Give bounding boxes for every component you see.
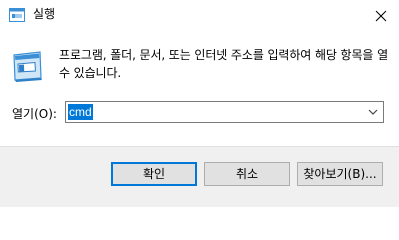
chevron-down-icon[interactable] <box>367 107 379 117</box>
button-bar: 확인 취소 찾아보기(B)... <box>0 146 399 207</box>
open-label: 열기(O): <box>12 107 57 121</box>
run-program-icon <box>13 51 42 82</box>
run-dialog-icon <box>9 8 25 22</box>
ok-button[interactable]: 확인 <box>111 162 197 186</box>
title-bar: 실행 <box>0 0 399 30</box>
dialog-description: 프로그램, 폴더, 문서, 또는 인터넷 주소를 입력하여 해당 항목을 열 수… <box>59 48 389 80</box>
command-combobox[interactable]: cmd <box>65 101 384 123</box>
close-icon[interactable] <box>371 6 391 26</box>
run-dialog: 실행 프로그램, 폴더, 문서, 또는 인터넷 주소를 입력하여 해당 항목을 … <box>0 0 399 207</box>
window-title: 실행 <box>33 7 56 21</box>
cancel-button[interactable]: 취소 <box>204 162 290 186</box>
command-input[interactable]: cmd <box>68 104 93 120</box>
browse-button[interactable]: 찾아보기(B)... <box>297 162 383 186</box>
